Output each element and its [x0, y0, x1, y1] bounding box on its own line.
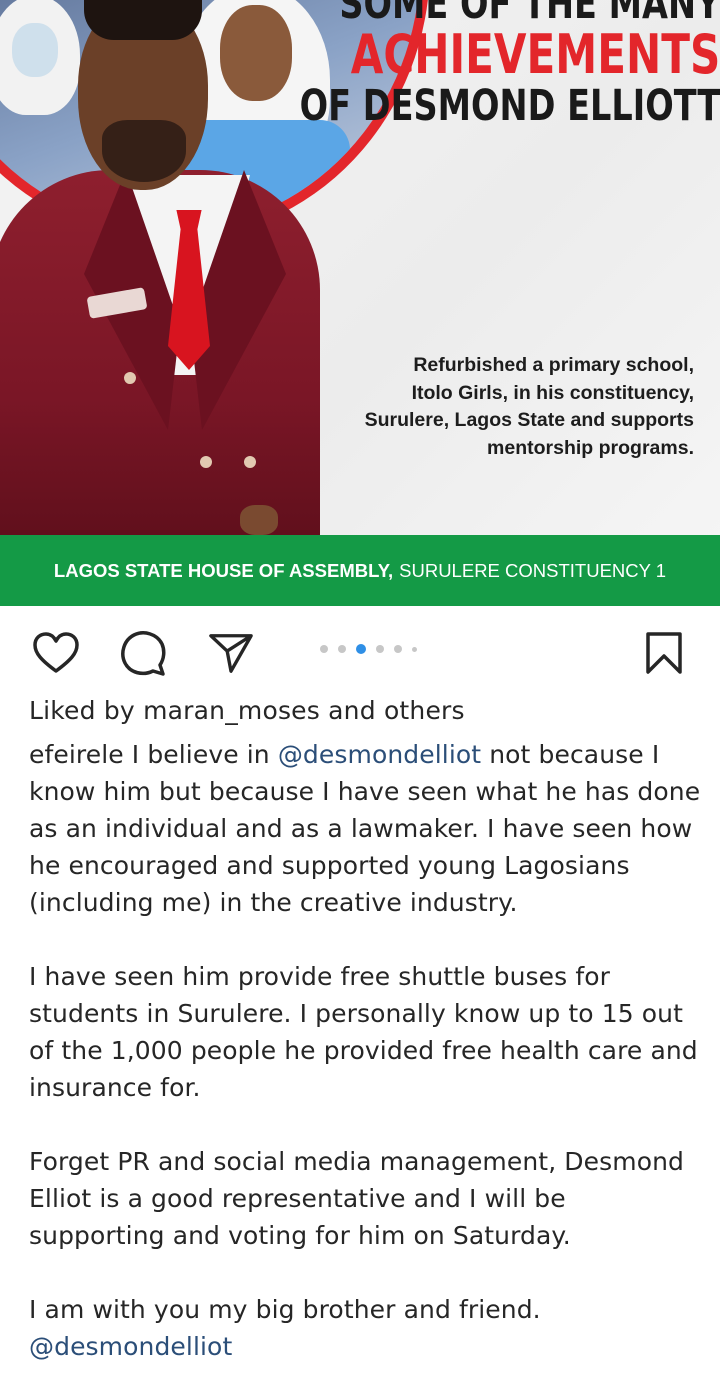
caption-text: I am with you my big brother and friend.: [29, 1295, 541, 1324]
caption-text: I believe in: [131, 740, 270, 769]
mention-link[interactable]: @desmondelliot: [278, 740, 481, 769]
caption-paragraph-1: efeirele I believe in @desmondelliot not…: [29, 736, 709, 921]
carousel-dot: [376, 645, 384, 653]
likes-line: Liked by maran_moses and others: [29, 696, 465, 725]
banner-regular-text: SURULERE CONSTITUENCY 1: [399, 559, 667, 581]
carousel-dot: [412, 646, 417, 652]
image-caption-line: Surulere, Lagos State and supports: [364, 409, 694, 431]
likes-middle: and: [328, 696, 376, 725]
caption-username[interactable]: efeirele: [29, 740, 124, 769]
headline-line-3: OF DESMOND ELLIOTT: [299, 80, 720, 131]
image-caption-line: mentorship programs.: [487, 436, 694, 459]
banner-bold-text: LAGOS STATE HOUSE OF ASSEMBLY,: [53, 559, 394, 581]
image-caption: Refurbished a primary school, Itolo Girl…: [274, 352, 694, 462]
carousel-dot: [338, 645, 346, 653]
carousel-dot-active: [356, 644, 366, 654]
likes-prefix: Liked by: [29, 696, 135, 725]
mention-link[interactable]: @desmondelliot: [29, 1332, 232, 1361]
caption-paragraph-2: I have seen him provide free shuttle bus…: [29, 962, 698, 1102]
share-icon[interactable]: [208, 630, 254, 676]
likes-others-link[interactable]: others: [384, 696, 465, 725]
caption-paragraph-3: Forget PR and social media management, D…: [29, 1147, 685, 1250]
post-caption: efeirele I believe in @desmondelliot not…: [29, 736, 709, 1365]
image-headline: SOME OF THE MANY ACHIEVEMENTS OF DESMOND…: [299, 0, 720, 129]
image-caption-line: Refurbished a primary school,: [413, 354, 694, 376]
carousel-dot: [320, 645, 328, 653]
heart-icon[interactable]: [33, 630, 79, 676]
bookmark-icon[interactable]: [641, 630, 687, 676]
carousel-indicator: [320, 644, 427, 654]
caption-paragraph-4: I am with you my big brother and friend.…: [29, 1291, 709, 1365]
headline-line-2: ACHIEVEMENTS: [350, 23, 720, 87]
comment-icon[interactable]: [120, 630, 166, 676]
carousel-dot: [394, 645, 402, 653]
post-image[interactable]: SOME OF THE MANY ACHIEVEMENTS OF DESMOND…: [0, 0, 720, 606]
liker-username[interactable]: maran_moses: [143, 696, 320, 725]
assembly-banner: LAGOS STATE HOUSE OF ASSEMBLY, SURULERE …: [0, 535, 720, 606]
action-bar: [0, 620, 720, 684]
image-caption-line: Itolo Girls, in his constituency,: [411, 381, 694, 404]
